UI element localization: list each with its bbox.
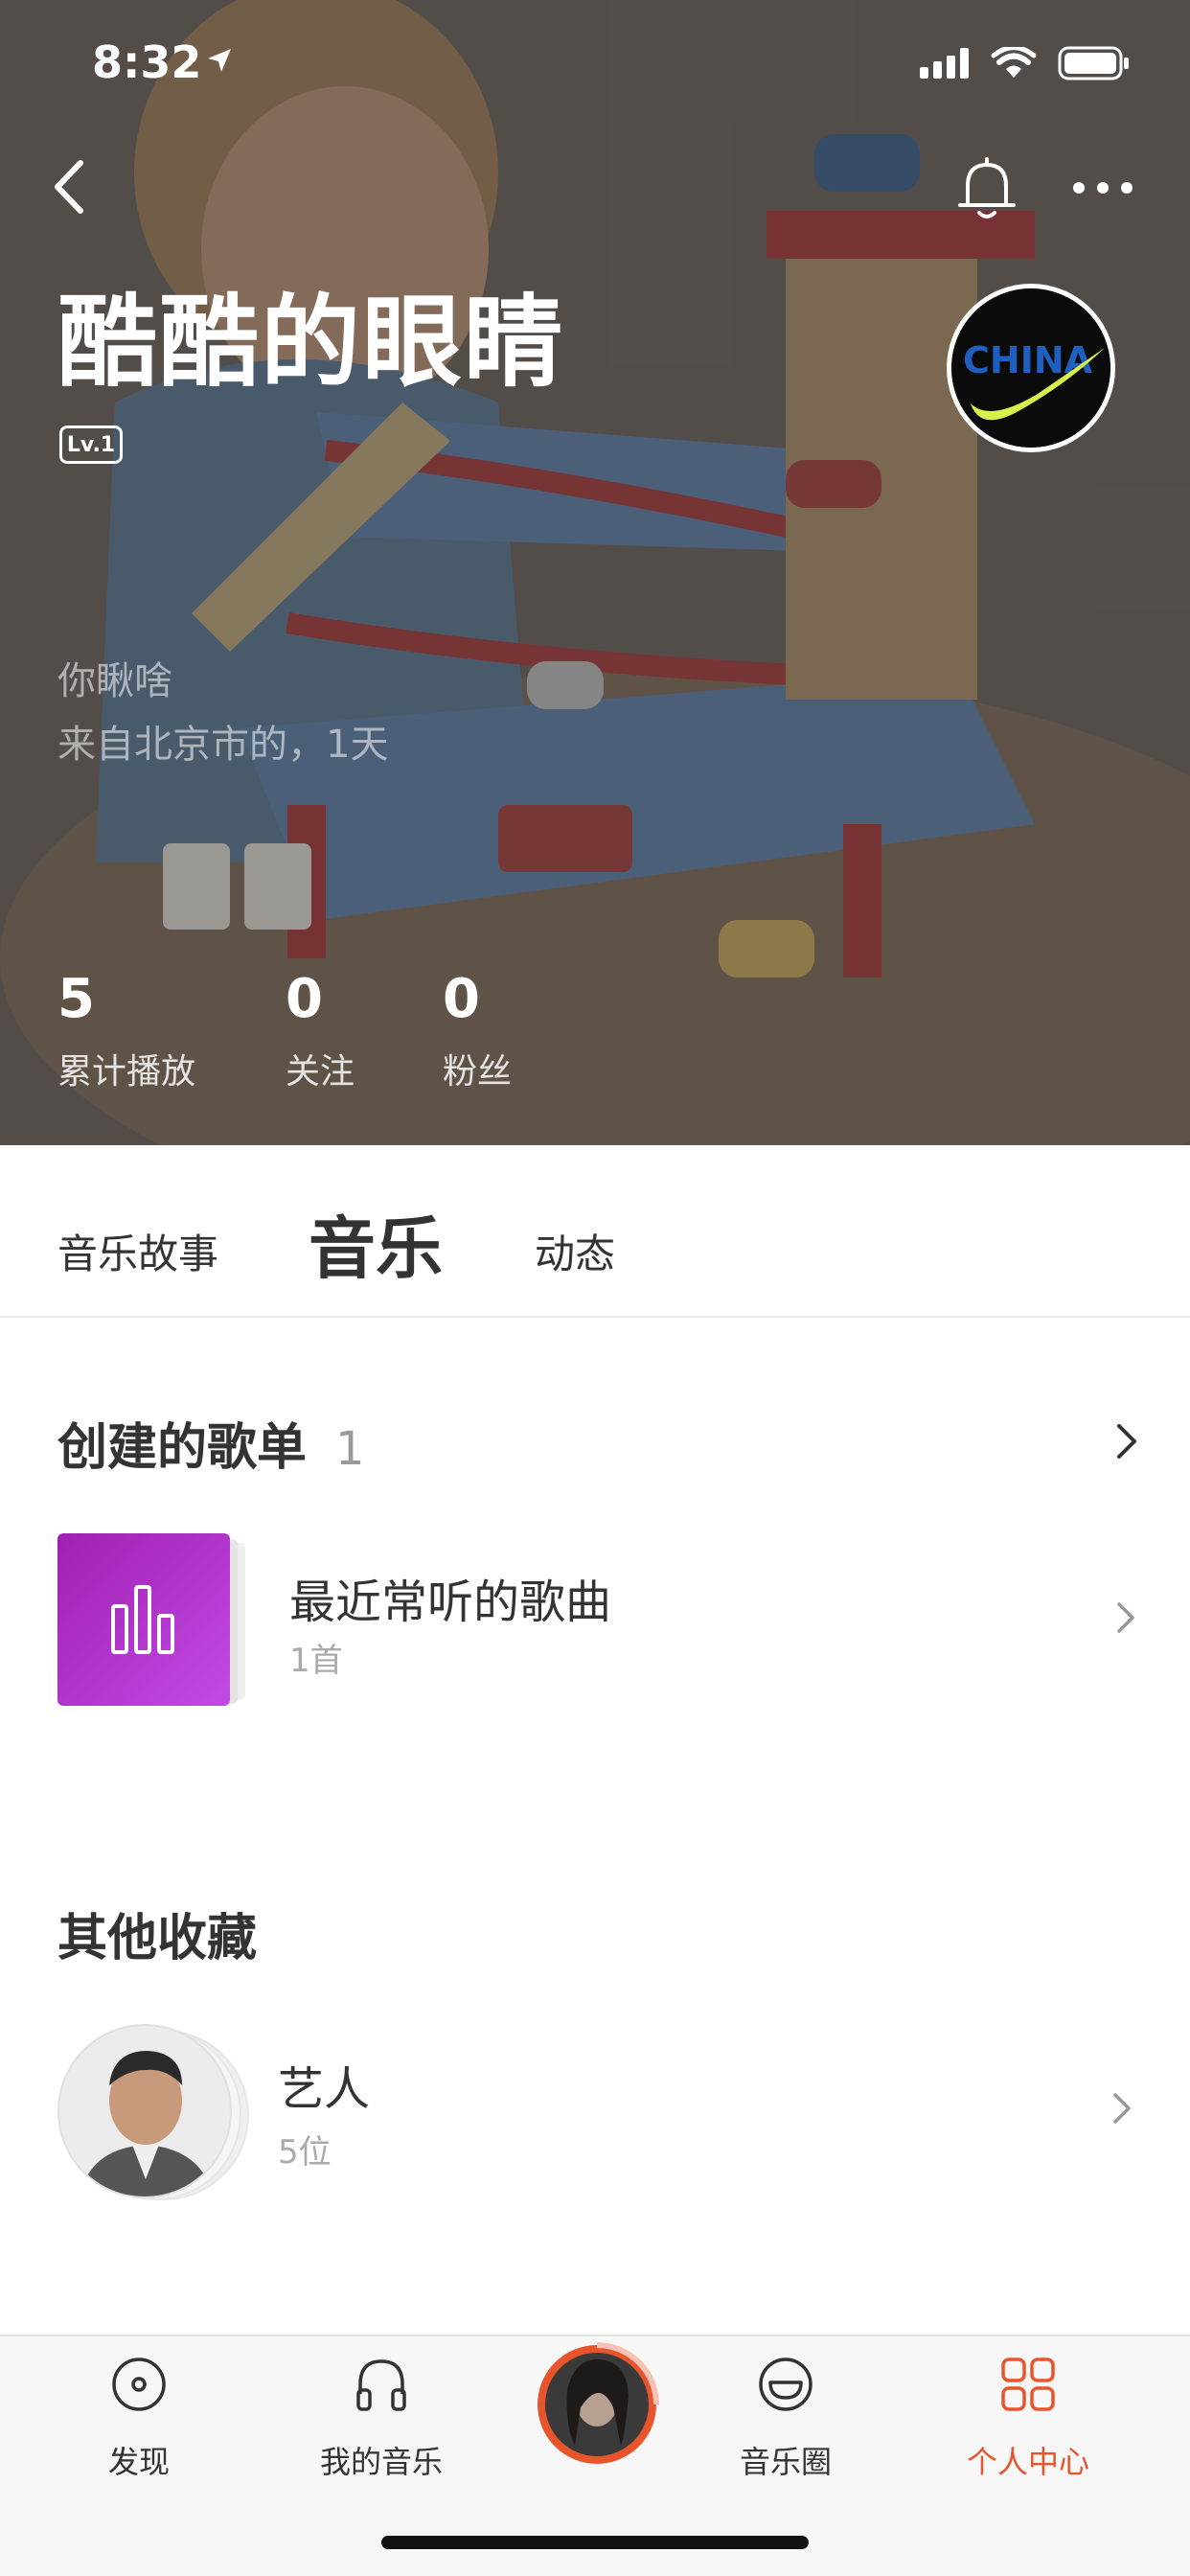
playlist-count: 1 <box>335 1422 365 1476</box>
disc-icon <box>112 2358 166 2411</box>
playlist-song-count: 1首 <box>289 1642 343 1680</box>
now-playing-button[interactable] <box>533 2340 661 2469</box>
headphones-icon <box>356 2359 406 2411</box>
stat-value: 5 <box>57 968 95 1030</box>
stat-following[interactable]: 0 关注 <box>286 968 355 1093</box>
smile-icon <box>759 2358 812 2411</box>
stat-followers[interactable]: 0 粉丝 <box>443 968 512 1093</box>
content-tabs: 音乐故事 音乐 动态 <box>0 1145 1190 1318</box>
tabbar-label: 我的音乐 <box>319 2444 443 2480</box>
chevron-right-icon <box>1117 1602 1134 1633</box>
user-location: 来自北京市的，1天 <box>57 723 389 767</box>
tabbar-label: 音乐圈 <box>739 2444 832 2480</box>
chevron-right-icon <box>1113 2093 1131 2124</box>
avatar-text: CHINA <box>963 339 1093 381</box>
user-signature: 你瞅啥 <box>57 659 172 703</box>
location-arrow-icon <box>208 49 231 72</box>
artist-photo <box>59 2026 230 2196</box>
chevron-right-icon[interactable] <box>1111 1422 1140 1460</box>
status-icons <box>920 46 1131 80</box>
tab-music-story[interactable]: 音乐故事 <box>57 1222 218 1280</box>
created-playlists-header[interactable]: 创建的歌单 1 <box>57 1407 365 1479</box>
artist-avatar <box>57 2024 232 2198</box>
bar-chart-icon <box>111 1585 174 1654</box>
tabbar-item-my-music[interactable]: 我的音乐 <box>276 2336 487 2509</box>
battery-icon <box>1058 46 1129 80</box>
tab-music[interactable]: 音乐 <box>309 1195 443 1292</box>
collection-count: 5位 <box>278 2133 332 2172</box>
tabbar-item-profile[interactable]: 个人中心 <box>923 2336 1133 2509</box>
tabbar-item-discover[interactable]: 发现 <box>34 2336 244 2509</box>
playlist-title: 最近常听的歌曲 <box>289 1576 612 1629</box>
bell-icon[interactable] <box>956 157 1018 224</box>
home-indicator <box>381 2536 809 2549</box>
level-badge[interactable]: Lv.1 <box>59 426 123 464</box>
more-dots-icon[interactable] <box>1071 178 1134 197</box>
stat-label: 粉丝 <box>443 1052 513 1092</box>
stat-label: 累计播放 <box>57 1052 196 1092</box>
status-bar: 8:32 <box>0 0 1190 126</box>
other-collections-header: 其他收藏 <box>57 1910 258 1967</box>
stat-plays[interactable]: 5 累计播放 <box>57 968 195 1093</box>
tab-activity[interactable]: 动态 <box>535 1222 615 1280</box>
user-avatar[interactable]: CHINA <box>947 284 1115 452</box>
grid-icon <box>1001 2358 1055 2411</box>
section-title: 创建的歌单 <box>57 1419 308 1477</box>
back-button[interactable] <box>48 153 90 220</box>
tabbar-label: 个人中心 <box>966 2444 1089 2480</box>
stat-value: 0 <box>286 968 323 1030</box>
tabbar-item-music-circle[interactable]: 音乐圈 <box>680 2336 891 2509</box>
wifi-icon <box>991 47 1037 78</box>
playlist-cover <box>57 1533 230 1706</box>
tabbar-label: 发现 <box>107 2444 170 2480</box>
cellular-signal-icon <box>920 48 969 79</box>
user-name: 酷酷的眼睛 <box>57 284 566 401</box>
collection-title: 艺人 <box>278 2062 371 2116</box>
profile-header: 8:32 酷酷的眼睛 Lv.1 CHINA 你瞅啥 来自北京市的，1天 5 累计… <box>0 0 1190 1145</box>
status-time: 8:32 <box>92 36 202 88</box>
stat-label: 关注 <box>286 1052 355 1092</box>
stat-value: 0 <box>443 968 480 1030</box>
now-playing-avatar <box>538 2342 659 2464</box>
